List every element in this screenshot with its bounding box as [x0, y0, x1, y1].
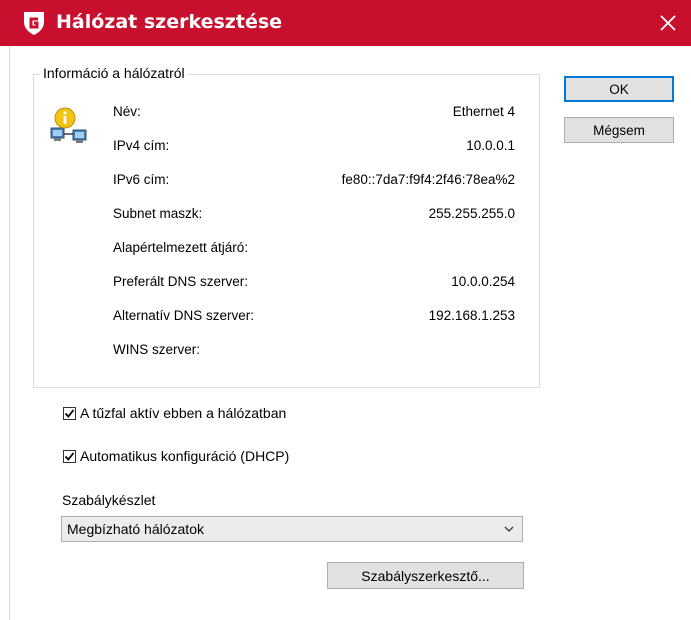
firewall-active-label[interactable]: A tűzfal aktív ebben a hálózatban	[80, 405, 286, 421]
dhcp-label[interactable]: Automatikus konfiguráció (DHCP)	[80, 448, 289, 464]
cancel-button[interactable]: Mégsem	[564, 117, 674, 143]
info-row-value: 192.168.1.253	[428, 308, 515, 323]
info-row-label: Subnet maszk:	[113, 206, 203, 221]
ruleset-selected-value: Megbízható hálózatok	[67, 521, 204, 537]
rule-editor-button[interactable]: Szabályszerkesztő...	[327, 562, 524, 589]
dhcp-checkbox-row[interactable]: Automatikus konfiguráció (DHCP)	[63, 448, 289, 464]
info-row-value: Ethernet 4	[452, 104, 515, 119]
info-row-value: fe80::7da7:f9f4:2f46:78ea%2	[341, 172, 515, 187]
checkmark-icon	[64, 451, 75, 461]
ruleset-label: Szabálykészlet	[62, 492, 156, 508]
firewall-active-checkbox-row[interactable]: A tűzfal aktív ebben a hálózatban	[63, 405, 286, 421]
close-icon	[660, 15, 676, 31]
info-row-value: 10.0.0.254	[451, 274, 515, 289]
info-row-label: IPv6 cím:	[113, 172, 170, 187]
info-row-label: IPv4 cím:	[113, 138, 170, 153]
ok-button[interactable]: OK	[564, 76, 674, 102]
network-info-icon	[50, 107, 87, 143]
close-button[interactable]	[645, 0, 691, 46]
info-row-value: 10.0.0.1	[466, 138, 515, 153]
ruleset-select[interactable]: Megbízható hálózatok	[61, 516, 523, 542]
window-left-border	[9, 46, 10, 620]
gdata-shield-icon	[24, 12, 44, 35]
info-row-label: Alternatív DNS szerver:	[113, 308, 255, 323]
chevron-down-icon	[504, 526, 514, 533]
network-info-group	[33, 74, 540, 388]
dhcp-checkbox[interactable]	[63, 449, 76, 463]
info-row-label: Alapértelmezett átjáró:	[113, 240, 249, 255]
firewall-active-checkbox[interactable]	[63, 406, 76, 420]
info-row-label: Preferált DNS szerver:	[113, 274, 249, 289]
info-row-value: 255.255.255.0	[428, 206, 515, 221]
title-bar: Hálózat szerkesztése	[0, 0, 691, 46]
network-info-legend: Információ a hálózatról	[40, 65, 188, 81]
info-row-label: Név:	[113, 104, 141, 119]
window-title: Hálózat szerkesztése	[56, 11, 283, 33]
checkmark-icon	[64, 408, 75, 418]
info-row-label: WINS szerver:	[113, 342, 201, 357]
